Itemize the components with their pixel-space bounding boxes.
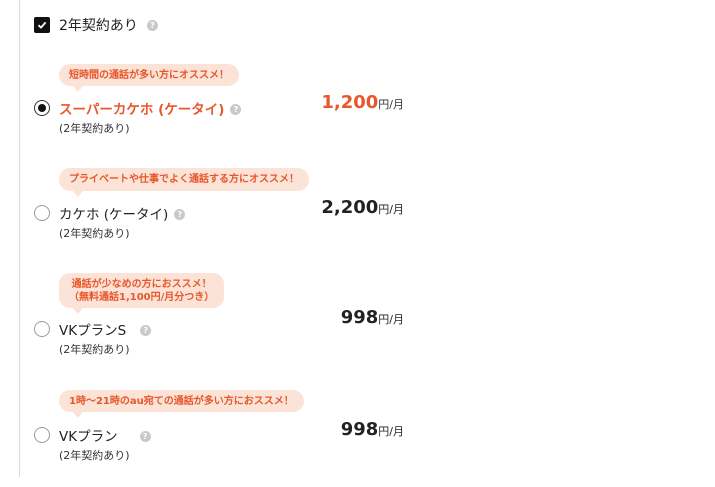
question-circle-icon[interactable]: ? — [174, 208, 186, 220]
recommend-bubble: プライベートや仕事でよく通話する方にオススメ！ — [59, 168, 309, 197]
price-unit: 円/月 — [378, 313, 404, 326]
plan-price: 998円/月 — [341, 419, 404, 440]
plan-price: 998円/月 — [341, 307, 404, 328]
recommend-bubble: 1時〜21時のau宛ての通話が多い方におススメ！ — [59, 390, 304, 418]
question-circle-icon[interactable]: ? — [230, 103, 242, 115]
plan-option-super-kakeho[interactable]: スーパーカケホ (ケータイ)? (2年契約あり) 1,200円/月 — [0, 92, 715, 160]
plan-name: VKプランS? — [59, 319, 152, 339]
plan-sub: (2年契約あり) — [59, 343, 130, 356]
plan-radio[interactable] — [34, 100, 50, 116]
plan-radio[interactable] — [34, 205, 50, 221]
price-amount: 2,200 — [321, 197, 379, 218]
recommend-bubble: 短時間の通話が多い方にオススメ！ — [59, 64, 239, 92]
question-circle-icon[interactable]: ? — [139, 430, 151, 442]
plan-name-text: VKプランS — [59, 323, 127, 339]
bubble-text: 短時間の通話が多い方にオススメ！ — [69, 69, 229, 81]
checkmark-icon — [37, 21, 47, 29]
plan-name-text: カケホ (ケータイ) — [59, 207, 169, 223]
question-circle-icon[interactable]: ? — [146, 19, 158, 31]
contract-checkbox[interactable] — [34, 17, 50, 33]
plan-name: カケホ (ケータイ)? — [59, 203, 186, 223]
contract-label: 2年契約あり — [59, 18, 138, 34]
plan-name-text: VKプラン — [59, 429, 118, 445]
plan-option-vk[interactable]: VKプラン? (2年契約あり) 998円/月 — [0, 419, 715, 487]
plan-option-kakeho[interactable]: カケホ (ケータイ)? (2年契約あり) 2,200円/月 — [0, 197, 715, 265]
plan-radio[interactable] — [34, 427, 50, 443]
bubble-text: プライベートや仕事でよく通話する方にオススメ！ — [69, 174, 299, 185]
question-circle-icon[interactable]: ? — [140, 324, 152, 336]
bubble-text-line1: 通話が少なめの方におススメ！ — [71, 278, 212, 290]
bubble-text-line2: （無料通話1,100円/月分つき） — [69, 291, 215, 303]
price-amount: 998 — [340, 307, 379, 328]
plan-price: 1,200円/月 — [321, 92, 404, 113]
price-unit: 円/月 — [378, 203, 404, 216]
price-unit: 円/月 — [378, 98, 404, 111]
contract-option[interactable]: 2年契約あり ? — [34, 15, 158, 35]
plan-name: スーパーカケホ (ケータイ)? — [59, 98, 242, 118]
price-amount: 998 — [340, 419, 379, 440]
price-unit: 円/月 — [378, 425, 404, 438]
plan-sub: (2年契約あり) — [59, 122, 130, 135]
plan-sub: (2年契約あり) — [59, 227, 130, 240]
plan-sub: (2年契約あり) — [59, 449, 130, 462]
bubble-text: 1時〜21時のau宛ての通話が多い方におススメ！ — [69, 395, 294, 407]
plan-radio[interactable] — [34, 321, 50, 337]
plan-name: VKプラン? — [59, 425, 151, 445]
plan-name-text: スーパーカケホ (ケータイ) — [59, 102, 225, 118]
plan-price: 2,200円/月 — [321, 197, 404, 218]
recommend-bubble: 通話が少なめの方におススメ！ （無料通話1,100円/月分つき） — [59, 273, 225, 314]
plan-option-vk-s[interactable]: VKプランS? (2年契約あり) 998円/月 — [0, 307, 715, 381]
price-amount: 1,200 — [321, 92, 379, 113]
